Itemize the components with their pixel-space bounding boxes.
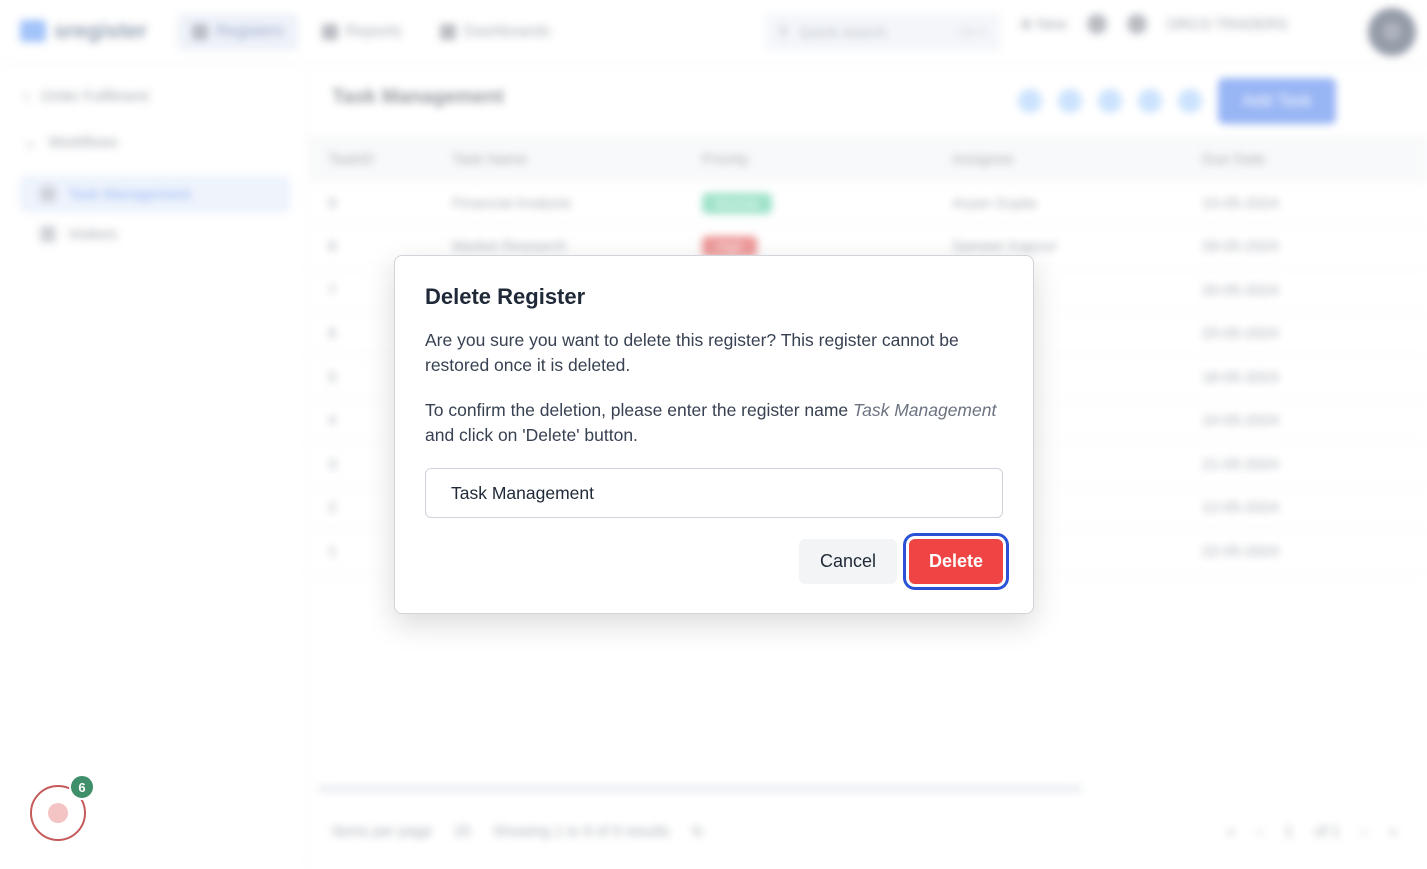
cancel-button[interactable]: Cancel xyxy=(799,539,897,584)
register-name: Task Management xyxy=(853,400,997,420)
dialog-actions: Cancel Delete xyxy=(799,539,1003,584)
notification-badge: 6 xyxy=(69,774,95,800)
delete-button[interactable]: Delete xyxy=(909,539,1003,584)
record-icon xyxy=(48,803,68,823)
dialog-message: Are you sure you want to delete this reg… xyxy=(425,330,959,375)
dialog-title: Delete Register xyxy=(425,284,586,309)
register-name-input[interactable] xyxy=(425,468,1003,518)
delete-register-dialog: Delete Register Are you sure you want to… xyxy=(394,255,1034,614)
dialog-confirm-instructions: To confirm the deletion, please enter th… xyxy=(425,400,997,445)
